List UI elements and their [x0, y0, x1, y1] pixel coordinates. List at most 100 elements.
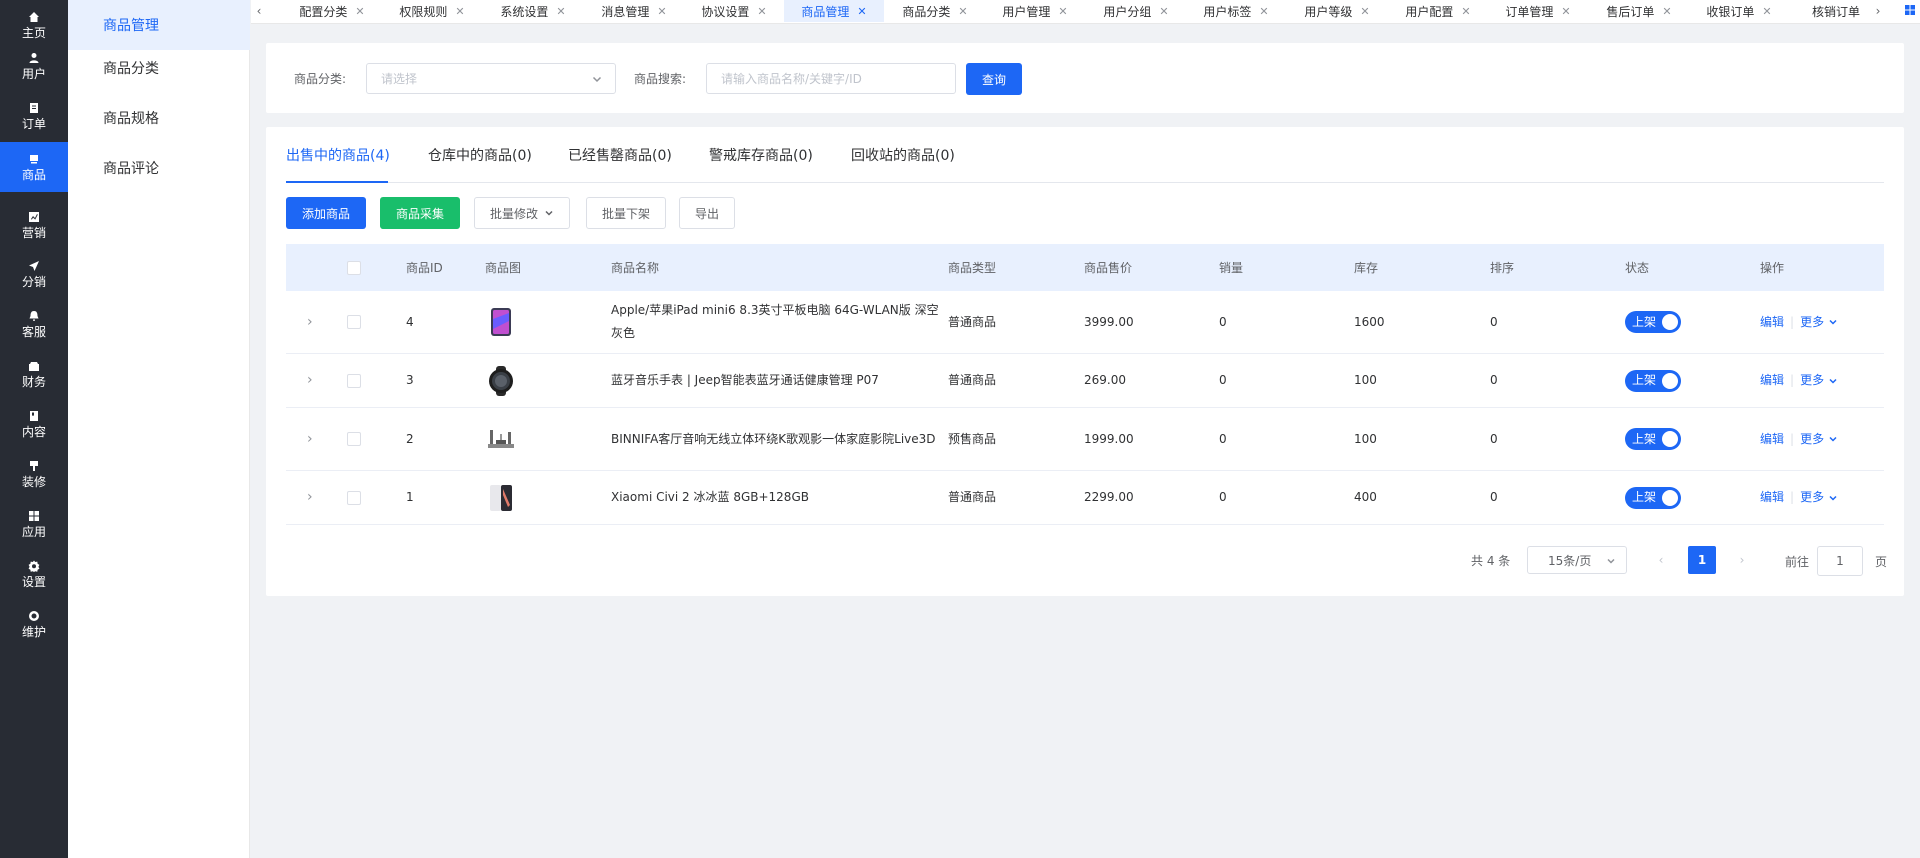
row-checkbox[interactable] — [347, 432, 361, 446]
nav-apps[interactable]: 应用 — [0, 499, 68, 549]
nav-content[interactable]: 内容 — [0, 399, 68, 449]
nav-product[interactable]: 商品 — [0, 142, 68, 192]
tab-cashier-orders[interactable]: 收银订单 ✕ — [1689, 0, 1789, 22]
expand-row-icon[interactable]: › — [307, 291, 313, 353]
product-type: 预售商品 — [948, 431, 997, 446]
current-page-button[interactable]: 1 — [1688, 546, 1716, 574]
nav-order[interactable]: 订单 — [0, 91, 68, 141]
row-checkbox[interactable] — [347, 490, 361, 505]
edit-link[interactable]: 编辑 — [1760, 311, 1784, 334]
close-icon[interactable]: ✕ — [1561, 5, 1570, 18]
product-name-cell: BINNIFA客厅音响无线立体环绕K歌观影一体家庭影院Live3D — [611, 408, 941, 470]
close-icon[interactable]: ✕ — [355, 5, 364, 18]
close-icon[interactable]: ✕ — [857, 5, 866, 18]
close-icon[interactable]: ✕ — [455, 5, 464, 18]
status-toggle[interactable]: 上架 — [1625, 486, 1681, 509]
page-size-select[interactable]: 15条/页 — [1527, 546, 1627, 574]
add-product-button[interactable]: 添加商品 — [286, 197, 366, 229]
submenu-product-spec[interactable]: 商品规格 — [68, 93, 250, 143]
ptab-in-warehouse[interactable]: 仓库中的商品(0) — [428, 127, 532, 183]
collect-product-button[interactable]: 商品采集 — [380, 197, 460, 229]
prev-page-icon[interactable]: ‹ — [1647, 546, 1675, 574]
close-icon[interactable]: ✕ — [1461, 5, 1470, 18]
tab-message-management[interactable]: 消息管理 ✕ — [584, 0, 684, 22]
batch-edit-button[interactable]: 批量修改 — [474, 197, 570, 229]
tabs-menu-grid-icon[interactable] — [1904, 4, 1916, 16]
edit-link[interactable]: 编辑 — [1760, 486, 1784, 509]
close-icon[interactable]: ✕ — [958, 5, 967, 18]
more-dropdown[interactable]: 更多 — [1800, 428, 1838, 451]
ptab-sold-out[interactable]: 已经售罄商品(0) — [568, 127, 672, 183]
tabs-scroll-left-icon[interactable]: ‹ — [251, 0, 267, 22]
close-icon[interactable]: ✕ — [657, 5, 666, 18]
product-status-tabs: 出售中的商品(4) 仓库中的商品(0) 已经售罄商品(0) 警戒库存商品(0) … — [286, 127, 1884, 183]
tab-order-management[interactable]: 订单管理 ✕ — [1488, 0, 1588, 22]
status-toggle-label: 上架 — [1632, 490, 1657, 504]
close-icon[interactable]: ✕ — [1058, 5, 1067, 18]
expand-row-icon[interactable]: › — [307, 354, 313, 407]
close-icon[interactable]: ✕ — [757, 5, 766, 18]
nav-distribution[interactable]: 分销 — [0, 249, 68, 299]
tab-user-group[interactable]: 用户分组 ✕ — [1086, 0, 1186, 22]
close-icon[interactable]: ✕ — [1159, 5, 1168, 18]
export-button[interactable]: 导出 — [679, 197, 735, 229]
select-all-checkbox[interactable] — [347, 260, 361, 275]
submenu-product-review[interactable]: 商品评论 — [68, 143, 250, 193]
tab-user-level[interactable]: 用户等级 ✕ — [1287, 0, 1387, 22]
tab-agreement-settings[interactable]: 协议设置 ✕ — [684, 0, 784, 22]
row-select[interactable] — [347, 291, 361, 353]
nav-label: 维护 — [21, 624, 46, 639]
nav-service[interactable]: 客服 — [0, 299, 68, 349]
tab-user-config[interactable]: 用户配置 ✕ — [1388, 0, 1488, 22]
tab-label: 用户分组 — [1103, 4, 1152, 19]
expand-row-icon[interactable]: › — [307, 471, 313, 524]
ptab-low-stock[interactable]: 警戒库存商品(0) — [709, 127, 813, 183]
nav-decoration[interactable]: 装修 — [0, 449, 68, 499]
row-select[interactable] — [347, 408, 361, 470]
nav-settings[interactable]: 设置 — [0, 549, 68, 599]
row-checkbox[interactable] — [347, 373, 361, 388]
status-toggle[interactable]: 上架 — [1625, 369, 1681, 392]
goto-page-input[interactable]: 1 — [1817, 546, 1863, 576]
nav-maintenance[interactable]: 维护 — [0, 599, 68, 649]
row-checkbox[interactable] — [347, 315, 361, 329]
close-icon[interactable]: ✕ — [1360, 5, 1369, 18]
ptab-recycle-bin[interactable]: 回收站的商品(0) — [851, 127, 955, 183]
status-toggle[interactable]: 上架 — [1625, 311, 1681, 333]
nav-finance[interactable]: 财务 — [0, 349, 68, 399]
status-toggle[interactable]: 上架 — [1625, 428, 1681, 450]
more-dropdown[interactable]: 更多 — [1800, 369, 1838, 392]
tab-product-category[interactable]: 商品分类 ✕ — [885, 0, 985, 22]
nav-label: 财务 — [21, 374, 46, 389]
edit-link[interactable]: 编辑 — [1760, 428, 1784, 451]
query-button[interactable]: 查询 — [966, 63, 1022, 95]
close-icon[interactable]: ✕ — [556, 5, 565, 18]
category-select[interactable]: 请选择 — [366, 63, 616, 94]
more-dropdown[interactable]: 更多 — [1800, 486, 1838, 509]
tab-permission-rules[interactable]: 权限规则 ✕ — [382, 0, 482, 22]
next-page-icon[interactable]: › — [1728, 546, 1756, 574]
header-select-all[interactable] — [347, 244, 361, 291]
nav-user[interactable]: 用户 — [0, 41, 68, 91]
more-dropdown[interactable]: 更多 — [1800, 311, 1838, 334]
close-icon[interactable]: ✕ — [1662, 5, 1671, 18]
tab-after-sales-orders[interactable]: 售后订单 ✕ — [1589, 0, 1689, 22]
submenu-product-category[interactable]: 商品分类 — [68, 43, 250, 93]
nav-marketing[interactable]: 营销 — [0, 200, 68, 250]
row-select[interactable] — [347, 471, 361, 524]
expand-row-icon[interactable]: › — [307, 408, 313, 470]
close-icon[interactable]: ✕ — [1259, 5, 1268, 18]
product-search-input[interactable]: 请输入商品名称/关键字/ID — [706, 63, 956, 94]
tab-user-tag[interactable]: 用户标签 ✕ — [1186, 0, 1286, 22]
row-select[interactable] — [347, 354, 361, 407]
tab-product-management[interactable]: 商品管理 ✕ — [784, 0, 884, 22]
close-icon[interactable]: ✕ — [1762, 5, 1771, 18]
tab-user-management[interactable]: 用户管理 ✕ — [985, 0, 1085, 22]
product-price: 2299.00 — [1084, 490, 1134, 504]
tab-system-settings[interactable]: 系统设置 ✕ — [483, 0, 583, 22]
edit-link[interactable]: 编辑 — [1760, 369, 1784, 392]
tabs-scroll-right-icon[interactable]: › — [1870, 0, 1886, 22]
tab-config-category[interactable]: 配置分类 ✕ — [282, 0, 382, 22]
ptab-on-sale[interactable]: 出售中的商品(4) — [286, 127, 390, 183]
batch-offshelf-button[interactable]: 批量下架 — [586, 197, 666, 229]
